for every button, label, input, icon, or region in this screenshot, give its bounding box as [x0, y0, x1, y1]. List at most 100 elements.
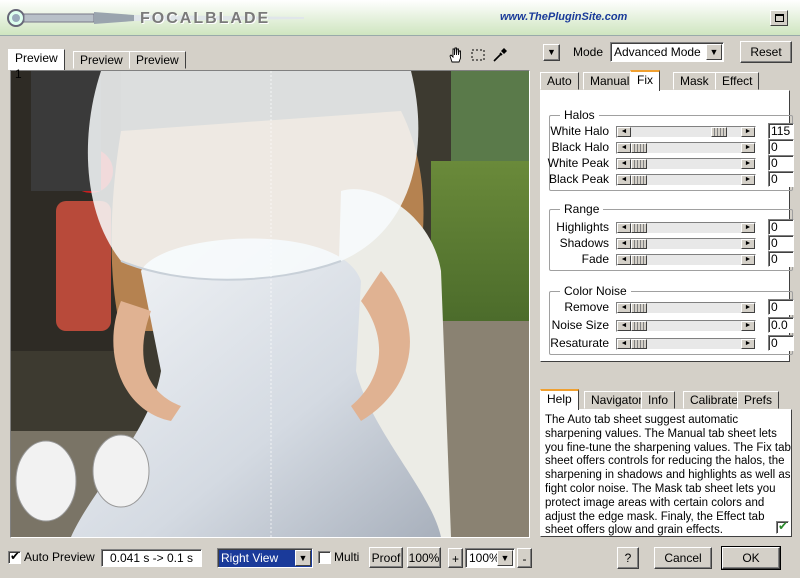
mode-select-value: Advanced Mode [614, 45, 701, 59]
chevron-down-icon[interactable]: ▼ [706, 44, 722, 60]
arrow-right-icon[interactable]: ► [741, 339, 755, 349]
arrow-left-icon[interactable]: ◄ [617, 159, 631, 169]
arrow-right-icon[interactable]: ► [741, 321, 755, 331]
maximize-button[interactable] [770, 10, 788, 26]
slider-value-field[interactable]: 0 [768, 219, 794, 235]
ok-button[interactable]: OK [721, 546, 781, 570]
auto-preview-checkbox[interactable]: ✔ [8, 549, 21, 564]
arrow-right-icon[interactable]: ► [741, 175, 755, 185]
arrow-left-icon[interactable]: ◄ [617, 339, 631, 349]
tab-effect[interactable]: Effect [715, 72, 760, 90]
zoom-in-button[interactable]: + [448, 548, 463, 568]
slider-row: Remove ◄ ► 0 [550, 299, 794, 316]
reset-button[interactable]: Reset [740, 41, 792, 63]
proof-button[interactable]: Proof [369, 547, 403, 568]
slider-label: Black Peak [548, 172, 609, 186]
zoom-100-button[interactable]: 100% [407, 547, 441, 568]
tab-preview-3[interactable]: Preview 3 [129, 51, 186, 83]
photo-canvas [11, 71, 529, 537]
slider-track[interactable]: ◄ ► [616, 320, 756, 332]
halos-group: Halos White Halo ◄ ► 115 Black Halo ◄ ► 0 White … [548, 108, 794, 191]
eyedropper-icon[interactable] [490, 45, 510, 65]
tab-help[interactable]: Help [540, 389, 579, 410]
tab-mask[interactable]: Mask [673, 72, 716, 90]
slider-value-field[interactable]: 0 [768, 155, 794, 171]
slider-thumb[interactable] [631, 303, 647, 313]
slider-value-field[interactable]: 0 [768, 235, 794, 251]
slider-thumb[interactable] [631, 339, 647, 349]
tab-navigator[interactable]: Navigator [584, 391, 650, 409]
zoom-select-value: 100% [469, 551, 500, 565]
arrow-right-icon[interactable]: ► [741, 223, 755, 233]
arrow-left-icon[interactable]: ◄ [617, 303, 631, 313]
website-link[interactable]: www.ThePluginSite.com [500, 11, 627, 23]
slider-track[interactable]: ◄ ► [616, 158, 756, 170]
chevron-down-icon[interactable]: ▼ [295, 550, 311, 566]
arrow-left-icon[interactable]: ◄ [617, 239, 631, 249]
arrow-left-icon[interactable]: ◄ [617, 175, 631, 185]
hand-tool-icon[interactable] [446, 45, 466, 65]
arrow-right-icon[interactable]: ► [741, 159, 755, 169]
tab-auto[interactable]: Auto [540, 72, 579, 90]
arrow-right-icon[interactable]: ► [741, 255, 755, 265]
zoom-out-button[interactable]: - [517, 548, 532, 568]
collapse-button[interactable]: ▼ [543, 44, 560, 61]
zoom-select[interactable]: 100% ▼ [465, 548, 515, 568]
slider-value-field[interactable]: 0 [768, 171, 794, 187]
marquee-select-icon[interactable] [468, 45, 488, 65]
slider-value-field[interactable]: 115 [768, 123, 794, 139]
help-check[interactable]: ✔ [776, 519, 789, 534]
arrow-right-icon[interactable]: ► [741, 127, 755, 137]
slider-track[interactable]: ◄ ► [616, 174, 756, 186]
slider-label: Remove [564, 300, 609, 314]
arrow-left-icon[interactable]: ◄ [617, 143, 631, 153]
range-group: Range Highlights ◄ ► 0 Shadows ◄ ► 0 Fade ◄ ► 0 [549, 202, 794, 271]
cancel-button[interactable]: Cancel [654, 547, 712, 569]
slider-row: Resaturate ◄ ► 0 [550, 335, 794, 352]
help-text: The Auto tab sheet suggest automatic sha… [545, 414, 791, 537]
arrow-left-icon[interactable]: ◄ [617, 127, 631, 137]
slider-track[interactable]: ◄ ► [616, 254, 756, 266]
checkmark-icon: ✔ [10, 549, 21, 563]
slider-value-field[interactable]: 0 [768, 139, 794, 155]
slider-thumb[interactable] [711, 127, 727, 137]
view-select[interactable]: Right View ▼ [217, 548, 313, 568]
arrow-right-icon[interactable]: ► [741, 143, 755, 153]
tab-calibrate[interactable]: Calibrate [683, 391, 746, 409]
slider-thumb[interactable] [631, 143, 647, 153]
chevron-down-icon[interactable]: ▼ [497, 550, 513, 566]
slider-value-field[interactable]: 0 [768, 251, 794, 267]
slider-value-field[interactable]: 0 [768, 299, 794, 315]
arrow-left-icon[interactable]: ◄ [617, 255, 631, 265]
tab-preview-2[interactable]: Preview 2 [73, 51, 130, 83]
tab-preview-1[interactable]: Preview 1 [8, 49, 65, 81]
slider-thumb[interactable] [631, 239, 647, 249]
arrow-left-icon[interactable]: ◄ [617, 223, 631, 233]
slider-thumb[interactable] [631, 255, 647, 265]
help-button[interactable]: ? [617, 547, 639, 569]
slider-track[interactable]: ◄ ► [616, 142, 756, 154]
slider-track[interactable]: ◄ ► [616, 126, 756, 138]
tab-info[interactable]: Info [641, 391, 676, 409]
slider-thumb[interactable] [631, 321, 647, 331]
slider-thumb[interactable] [631, 175, 647, 185]
slider-track[interactable]: ◄ ► [616, 238, 756, 250]
slider-thumb[interactable] [631, 223, 647, 233]
multi-checkbox[interactable] [318, 551, 331, 564]
mode-select[interactable]: Advanced Mode ▼ [610, 42, 724, 62]
slider-label: Highlights [556, 220, 609, 234]
slider-label: Shadows [559, 236, 609, 250]
arrow-right-icon[interactable]: ► [741, 239, 755, 249]
tab-prefs[interactable]: Prefs [737, 391, 780, 409]
arrow-left-icon[interactable]: ◄ [617, 321, 631, 331]
preview-image[interactable] [10, 70, 530, 538]
slider-track[interactable]: ◄ ► [616, 222, 756, 234]
slider-track[interactable]: ◄ ► [616, 338, 756, 350]
slider-track[interactable]: ◄ ► [616, 302, 756, 314]
slider-value-field[interactable]: 0.0 [768, 317, 794, 333]
slider-thumb[interactable] [631, 159, 647, 169]
arrow-right-icon[interactable]: ► [741, 303, 755, 313]
tab-manual[interactable]: Manual [583, 72, 637, 90]
slider-value-field[interactable]: 0 [768, 335, 794, 351]
tab-fix[interactable]: Fix [630, 70, 660, 91]
